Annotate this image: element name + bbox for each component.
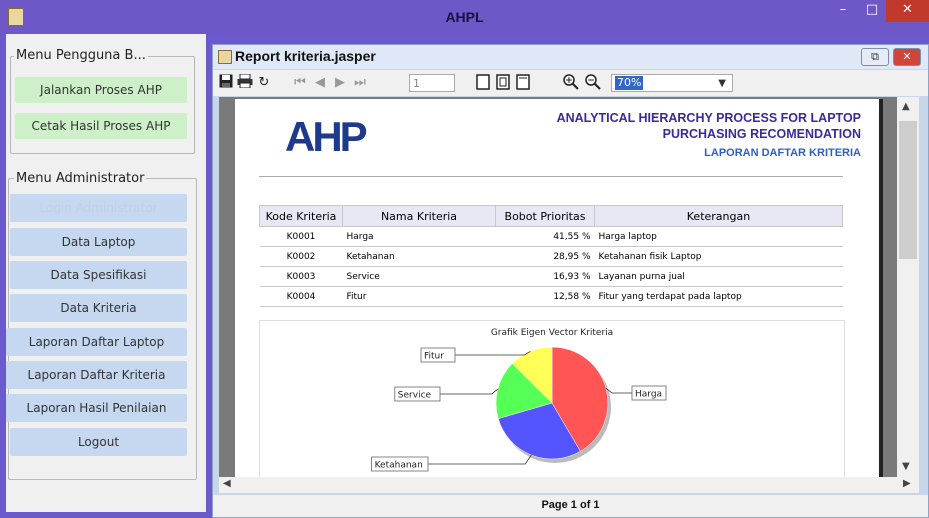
- window-title-bar: AHPL – □ ✕: [0, 0, 929, 34]
- pie-label: Fitur: [424, 352, 444, 362]
- report-viewer: AHP ANALYTICAL HIERARCHY PROCESS FOR LAP…: [219, 97, 919, 482]
- fit-page-icon[interactable]: [495, 74, 511, 92]
- reload-icon[interactable]: ↻: [257, 74, 271, 92]
- report-frame: Report kriteria.jasper ⧉ ✕ ↻ ⏮ ◀ ▶ ⏭ 1 7…: [212, 44, 929, 518]
- cell-keterangan: Layanan purna jual: [594, 266, 843, 287]
- header-divider: [259, 176, 843, 177]
- cell-nama: Ketahanan: [342, 246, 496, 267]
- report-frame-title-bar: Report kriteria.jasper ⧉ ✕: [213, 45, 928, 69]
- pie-chart: Grafik Eigen Vector Kriteria Harga Ketaha…: [371, 328, 667, 472]
- report-frame-title: Report kriteria.jasper: [235, 48, 376, 64]
- cell-kode: K0002: [259, 246, 343, 267]
- cell-keterangan: Fitur yang terdapat pada laptop: [594, 286, 843, 307]
- zoom-in-icon[interactable]: [563, 74, 579, 92]
- next-page-icon[interactable]: ▶: [333, 74, 347, 92]
- laporan-daftar-laptop-button[interactable]: Laporan Daftar Laptop: [6, 328, 187, 356]
- previous-page-icon[interactable]: ◀: [313, 74, 327, 92]
- cell-bobot: 16,93 %: [495, 266, 595, 287]
- cell-keterangan: Harga laptop: [594, 226, 843, 247]
- column-header: Kode Kriteria: [259, 205, 343, 227]
- close-button[interactable]: ✕: [886, 0, 929, 22]
- cell-nama: Fitur: [342, 286, 496, 307]
- cetak-hasil-button[interactable]: Cetak Hasil Proses AHP: [15, 113, 187, 139]
- data-laptop-button[interactable]: Data Laptop: [10, 228, 187, 256]
- actual-size-icon[interactable]: [475, 74, 491, 92]
- ahp-logo: AHP: [285, 113, 385, 161]
- chevron-down-icon: ▼: [718, 78, 726, 89]
- pie-label: Ketahanan: [375, 461, 423, 471]
- table-row: K0001 Harga 41,55 % Harga laptop: [259, 226, 843, 247]
- cell-nama: Harga: [342, 226, 496, 247]
- save-icon[interactable]: [219, 74, 233, 92]
- restore-button[interactable]: ⧉: [861, 48, 889, 66]
- column-header: Bobot Prioritas: [495, 205, 595, 227]
- left-menu-panel: Menu Pengguna B... Jalankan Proses AHP C…: [6, 34, 206, 512]
- column-header: Nama Kriteria: [342, 205, 496, 227]
- report-subtitle: LAPORAN DAFTAR KRITERIA: [704, 147, 861, 159]
- cell-kode: K0003: [259, 266, 343, 287]
- chart-title: Grafik Eigen Vector Kriteria: [491, 328, 613, 338]
- page-number-input[interactable]: 1: [409, 74, 455, 92]
- menu-pengguna-legend: Menu Pengguna B...: [14, 48, 148, 63]
- minimize-button[interactable]: –: [828, 0, 858, 22]
- logout-button[interactable]: Logout: [10, 428, 187, 456]
- scroll-right-icon[interactable]: ▶: [903, 478, 911, 489]
- horizontal-scrollbar[interactable]: ◀ ▶: [219, 477, 919, 493]
- report-close-button[interactable]: ✕: [893, 48, 921, 66]
- page-status: Page 1 of 1: [541, 499, 600, 511]
- pie-label-connector: [605, 387, 632, 394]
- logo-text: AHP: [285, 113, 367, 157]
- report-title-line2: PURCHASING RECOMENDATION: [662, 127, 861, 141]
- first-page-icon[interactable]: ⏮: [293, 74, 307, 92]
- laporan-daftar-kriteria-button[interactable]: Laporan Daftar Kriteria: [6, 361, 187, 389]
- cell-bobot: 28,95 %: [495, 246, 595, 267]
- zoom-value: 70%: [615, 76, 644, 90]
- pie-chart-panel: Grafik Eigen Vector Kriteria Harga Ketaha…: [259, 320, 845, 482]
- zoom-select[interactable]: 70% ▼: [611, 74, 733, 92]
- report-page: AHP ANALYTICAL HIERARCHY PROCESS FOR LAP…: [235, 99, 883, 482]
- scroll-thumb[interactable]: [899, 121, 917, 259]
- scroll-down-icon[interactable]: ▼: [902, 461, 910, 472]
- report-toolbar: ↻ ⏮ ◀ ▶ ⏭ 1 70% ▼: [213, 70, 928, 96]
- menu-pengguna-group: [10, 56, 195, 154]
- maximize-button[interactable]: □: [858, 0, 886, 22]
- data-spesifikasi-button[interactable]: Data Spesifikasi: [10, 261, 187, 289]
- status-bar: Page 1 of 1: [213, 495, 928, 517]
- table-row: K0004 Fitur 12,58 % Fitur yang terdapat …: [259, 286, 843, 307]
- vertical-scrollbar[interactable]: ▲ ▼: [897, 97, 919, 477]
- jalankan-proses-button[interactable]: Jalankan Proses AHP: [15, 77, 187, 103]
- cell-kode: K0004: [259, 286, 343, 307]
- window-title: AHPL: [445, 9, 484, 25]
- kriteria-table: Kode Kriteria Nama Kriteria Bobot Priori…: [259, 205, 843, 307]
- table-row: K0002 Ketahanan 28,95 % Ketahanan fisik …: [259, 246, 843, 267]
- pie-label: Service: [398, 391, 432, 401]
- data-kriteria-button[interactable]: Data Kriteria: [10, 294, 187, 322]
- cell-nama: Service: [342, 266, 496, 287]
- print-icon[interactable]: [237, 73, 253, 92]
- report-icon: [218, 50, 232, 64]
- login-administrator-button[interactable]: Login Administrator: [10, 194, 187, 222]
- table-row: K0003 Service 16,93 % Layanan purna jual: [259, 266, 843, 287]
- cell-keterangan: Ketahanan fisik Laptop: [594, 246, 843, 267]
- pie-label: Harga: [635, 390, 662, 400]
- cell-kode: K0001: [259, 226, 343, 247]
- table-header-row: Kode Kriteria Nama Kriteria Bobot Priori…: [259, 205, 843, 227]
- report-title-line1: ANALYTICAL HIERARCHY PROCESS FOR LAPTOP: [556, 111, 861, 125]
- last-page-icon[interactable]: ⏭: [353, 74, 367, 92]
- laporan-hasil-penilaian-button[interactable]: Laporan Hasil Penilaian: [6, 394, 187, 422]
- menu-admin-legend: Menu Administrator: [14, 171, 147, 186]
- column-header: Keterangan: [594, 205, 843, 227]
- pie-label-connector: [455, 350, 531, 356]
- zoom-out-icon[interactable]: [585, 74, 601, 92]
- pie-label-connector: [440, 388, 498, 395]
- scroll-left-icon[interactable]: ◀: [223, 478, 231, 489]
- cell-bobot: 41,55 %: [495, 226, 595, 247]
- pie-label-connector: [428, 454, 532, 465]
- cell-bobot: 12,58 %: [495, 286, 595, 307]
- scroll-up-icon[interactable]: ▲: [902, 101, 910, 112]
- fit-width-icon[interactable]: [515, 74, 531, 92]
